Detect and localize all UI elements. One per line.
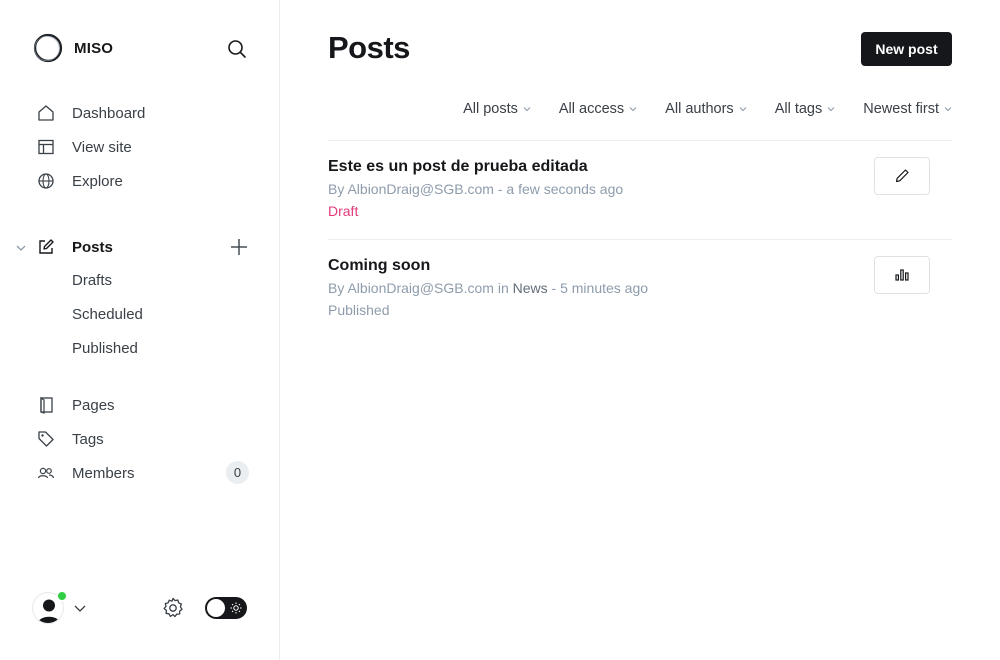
new-post-plus-button[interactable] [228,236,250,258]
post-author: By AlbionDraig@SGB.com [328,280,494,296]
filter-authors-label: All authors [665,101,734,117]
nav-tags-label: Tags [72,430,104,448]
nav-explore-label: Explore [72,172,123,190]
chevron-down-icon [827,105,835,113]
filter-access-label: All access [558,101,625,117]
nav-posts[interactable]: Posts [36,235,113,259]
main-content: Posts New post All posts All access All … [280,0,1000,660]
edit-icon [36,237,56,257]
post-title: Coming soon [328,257,431,274]
filter-access[interactable]: All access [559,101,637,117]
post-list-item[interactable]: Coming soon By AlbionDraig@SGB.com in Ne… [328,257,952,318]
post-list-item[interactable]: Este es un post de prueba editada By Alb… [328,158,952,219]
nav-dashboard-label: Dashboard [72,104,146,122]
filter-order[interactable]: Newest first [863,101,952,117]
filter-type-label: All posts [463,101,518,117]
post-analytics-button[interactable] [874,256,930,294]
nav-explore[interactable]: Explore [36,169,123,193]
toggle-knob [207,599,225,617]
filter-authors[interactable]: All authors [665,101,747,117]
filter-tags[interactable]: All tags [775,101,836,117]
new-post-button[interactable]: New post [861,32,952,66]
pencil-icon [895,169,909,183]
gear-icon [163,597,183,618]
chevron-down-icon [944,105,952,113]
post-meta: By AlbionDraig@SGB.com in News - 5 minut… [328,280,952,296]
nav-published[interactable]: Published [72,340,138,357]
page-title: Posts [328,30,410,65]
chevron-down-icon [74,605,86,612]
sun-icon [229,601,243,615]
dark-mode-toggle[interactable] [205,597,247,619]
chevron-down-icon [739,105,747,113]
filter-bar: All posts All access All authors All tag… [435,101,952,117]
ring-logo-icon [33,33,63,63]
list-divider [328,239,952,240]
post-meta: By AlbionDraig@SGB.com - a few seconds a… [328,181,952,197]
post-tag[interactable]: News [513,280,548,296]
nav-pages-label: Pages [72,396,115,414]
filter-order-label: Newest first [863,101,939,117]
post-title: Este es un post de prueba editada [328,158,588,175]
post-author: By AlbionDraig@SGB.com [328,181,494,197]
nav-view-site[interactable]: View site [36,135,132,159]
nav-members-label: Members [72,464,135,482]
user-avatar-button[interactable] [32,591,67,624]
post-time: - a few seconds ago [493,181,624,197]
post-status: Published [328,302,390,318]
post-status: Draft [328,203,359,219]
layout-icon [36,137,56,157]
members-count-badge: 0 [226,461,249,484]
edit-post-button[interactable] [874,157,930,195]
chevron-down-icon [16,245,26,251]
search-button[interactable] [224,36,250,62]
user-menu-chevron[interactable] [72,600,88,616]
online-status-dot [57,591,67,601]
post-time: - 5 minutes ago [547,280,649,296]
page-icon [36,395,56,415]
chevron-down-icon [629,105,637,113]
plus-icon [231,239,247,255]
analytics-icon [895,269,909,281]
nav-posts-label: Posts [72,238,113,256]
post-in: in [493,280,513,296]
nav-scheduled[interactable]: Scheduled [72,306,143,323]
search-icon [228,40,246,58]
filter-tags-label: All tags [774,101,823,117]
tag-icon [36,429,56,449]
posts-collapse-toggle[interactable] [13,240,29,256]
home-icon [36,103,56,123]
members-icon [36,463,56,483]
nav-members[interactable]: Members [36,461,135,485]
globe-icon [36,171,56,191]
nav-dashboard[interactable]: Dashboard [36,101,145,125]
list-divider [328,140,952,141]
nav-drafts[interactable]: Drafts [72,272,112,289]
sidebar: MISO Dashboard View site Explore Posts D… [0,0,280,660]
settings-button[interactable] [160,595,186,621]
brand-name: MISO [74,39,114,57]
chevron-down-icon [523,105,531,113]
nav-pages[interactable]: Pages [36,393,115,417]
nav-view-site-label: View site [72,138,132,156]
nav-tags[interactable]: Tags [36,427,104,451]
filter-type[interactable]: All posts [463,101,531,117]
brand[interactable]: MISO [32,32,113,64]
